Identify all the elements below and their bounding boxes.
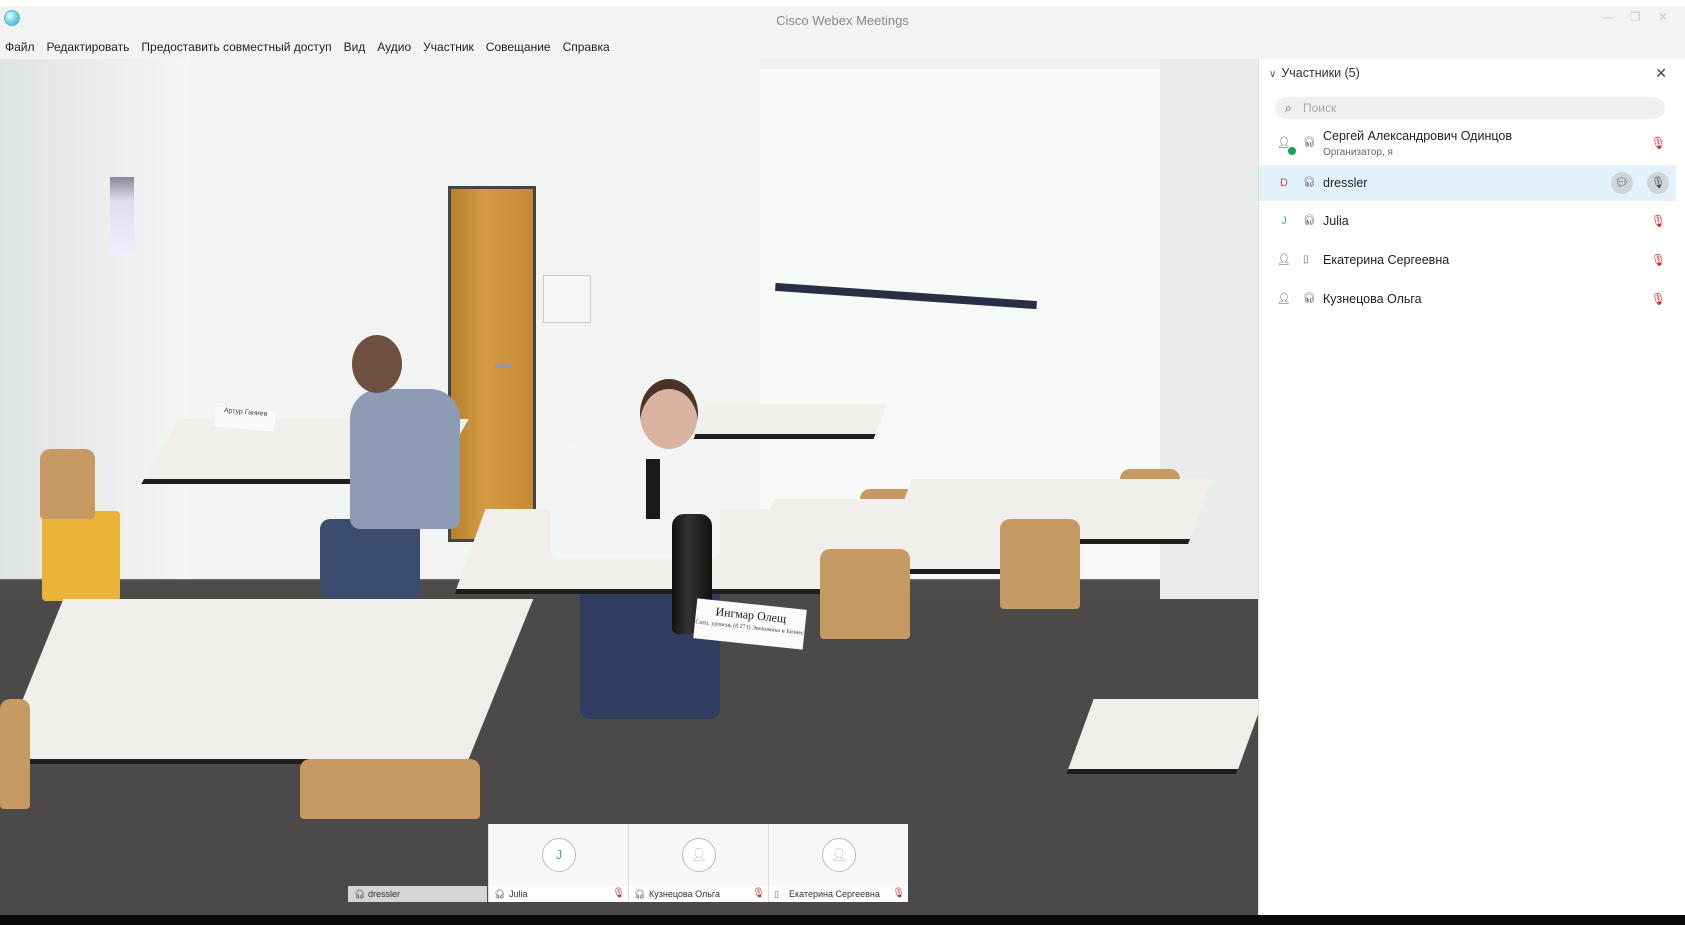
participants-panel: ∨ Участники (5) ✕ ⌕ Поиск 👤︎ 🎧︎ Сергей Ал… xyxy=(1258,59,1677,915)
panel-edge xyxy=(1676,59,1685,915)
participants-panel-header[interactable]: ∨ Участники (5) xyxy=(1269,66,1360,80)
desk xyxy=(1066,699,1258,774)
participant-thumbnail-strip: 🎧︎ dressler J 🎧︎ Julia 🎙︎ 👤︎ 🎧︎ Кузнецов… xyxy=(348,824,908,902)
trash-bin xyxy=(42,511,120,601)
participant-name: Екатерина Сергеевна xyxy=(1323,253,1450,267)
mic-muted-icon[interactable]: 🎙︎ xyxy=(752,886,765,902)
bottom-edge xyxy=(0,915,1685,925)
participant-name: dressler xyxy=(1323,176,1368,190)
person-head xyxy=(640,379,698,449)
participant-name: Сергей Александрович Одинцов xyxy=(1323,129,1512,143)
search-input[interactable]: ⌕ Поиск xyxy=(1275,97,1665,119)
mic-muted-icon[interactable]: 🎙︎ xyxy=(892,886,905,902)
participant-name: Julia xyxy=(1323,214,1349,228)
tie xyxy=(646,459,660,519)
chevron-down-icon: ∨ xyxy=(1269,69,1277,80)
person-head xyxy=(352,335,402,393)
title-bar: Cisco Webex Meetings — ❐ ✕ xyxy=(0,6,1685,36)
headset-icon: 🎧︎ xyxy=(1303,177,1316,188)
menu-share[interactable]: Предоставить совместный доступ xyxy=(135,40,337,54)
wall-calendar xyxy=(110,177,134,255)
headset-icon: 🎧︎ xyxy=(494,889,506,899)
participant-row-host[interactable]: 👤︎ 🎧︎ Сергей Александрович Одинцов Орган… xyxy=(1259,125,1677,161)
wall-notice xyxy=(543,275,591,323)
active-speaker-video[interactable]: Артур Ганиев Ингмар Олещ Спец. уровень (… xyxy=(0,59,1258,915)
host-person-icon: 👤︎ xyxy=(1273,132,1297,156)
person-legs xyxy=(320,519,420,599)
avatar-letter: D xyxy=(1280,177,1288,189)
participants-title: Участники (5) xyxy=(1281,66,1360,80)
phone-icon: ▯ xyxy=(774,889,779,899)
tile-name: Екатерина Сергеевна xyxy=(789,889,880,899)
window-title: Cisco Webex Meetings xyxy=(776,13,909,28)
menu-audio[interactable]: Аудио xyxy=(371,40,417,54)
minimize-button[interactable]: — xyxy=(1602,10,1614,24)
tile-name: Julia xyxy=(509,889,528,899)
chair xyxy=(300,759,480,819)
phone-icon: ▯ xyxy=(1303,254,1309,265)
maximize-button[interactable]: ❐ xyxy=(1630,10,1641,24)
chair xyxy=(1000,519,1080,609)
tile-caption: 🎧︎ Julia 🎙︎ xyxy=(489,886,628,902)
mic-muted-icon[interactable]: 🎙︎ xyxy=(1651,292,1666,306)
person-icon: 👤︎ xyxy=(1277,293,1291,305)
avatar-letter: J xyxy=(1281,215,1287,227)
chair xyxy=(0,699,30,809)
headset-icon: 🎧︎ xyxy=(1303,215,1316,226)
mic-muted-icon[interactable]: 🎙︎ xyxy=(1651,253,1666,267)
desk xyxy=(693,404,887,439)
close-window-button[interactable]: ✕ xyxy=(1658,10,1668,24)
video-wall-left xyxy=(0,59,190,579)
participant-row-ekaterina[interactable]: 👤︎ ▯ Екатерина Сергеевна 🎙︎ xyxy=(1259,242,1677,278)
chair xyxy=(820,549,910,639)
menu-file[interactable]: Файл xyxy=(0,40,41,54)
menu-edit[interactable]: Редактировать xyxy=(41,40,136,54)
avatar-person-icon: 👤︎ xyxy=(682,838,716,872)
close-panel-button[interactable]: ✕ xyxy=(1655,65,1667,82)
thumbnail-tile-julia[interactable]: J 🎧︎ Julia 🎙︎ xyxy=(488,824,628,902)
menu-view[interactable]: Вид xyxy=(338,40,372,54)
self-video-caption[interactable]: 🎧︎ dressler xyxy=(348,886,487,902)
avatar-person-icon: 👤︎ xyxy=(822,838,856,872)
door-handle xyxy=(495,364,511,368)
menu-help[interactable]: Справка xyxy=(557,40,616,54)
search-icon: ⌕ xyxy=(1285,101,1292,115)
participant-role: Организатор, я xyxy=(1323,147,1393,158)
menu-bar: Файл Редактировать Предоставить совместн… xyxy=(0,36,1685,58)
chat-icon[interactable]: 💬︎ xyxy=(1611,172,1633,194)
mic-muted-icon[interactable]: 🎙︎ xyxy=(612,886,625,902)
menu-participant[interactable]: Участник xyxy=(417,40,480,54)
headset-icon: 🎧︎ xyxy=(1303,137,1316,148)
door xyxy=(448,186,536,542)
search-placeholder: Поиск xyxy=(1303,101,1337,115)
participant-row-dressler[interactable]: D 🎧︎ dressler 💬︎ 🎙︎ xyxy=(1259,165,1677,201)
tile-caption: ▯ Екатерина Сергеевна 🎙︎ xyxy=(769,886,908,902)
person-icon: 👤︎ xyxy=(1277,254,1291,266)
tile-caption: 🎧︎ Кузнецова Ольга 🎙︎ xyxy=(629,886,768,902)
participant-row-kuznetsova[interactable]: 👤︎ 🎧︎ Кузнецова Ольга 🎙︎ xyxy=(1259,281,1677,317)
webex-window: Cisco Webex Meetings — ❐ ✕ Файл Редактир… xyxy=(0,0,1685,915)
headset-icon: 🎧︎ xyxy=(634,889,646,899)
headset-icon: 🎧︎ xyxy=(354,889,366,899)
participant-row-julia[interactable]: J 🎧︎ Julia 🎙︎ xyxy=(1259,203,1677,239)
desk xyxy=(0,599,534,764)
self-name: dressler xyxy=(368,889,401,899)
mic-muted-icon[interactable]: 🎙︎ xyxy=(1651,214,1666,228)
participant-name: Кузнецова Ольга xyxy=(1323,292,1422,306)
mic-muted-icon[interactable]: 🎙︎ xyxy=(1651,136,1666,150)
tile-name: Кузнецова Ольга xyxy=(649,889,721,899)
chair xyxy=(40,449,95,519)
thumbnail-tile-ekaterina[interactable]: 👤︎ ▯ Екатерина Сергеевна 🎙︎ xyxy=(768,824,908,902)
mic-icon[interactable]: 🎙︎ xyxy=(1647,172,1669,194)
thumbnail-tile-kuznetsova[interactable]: 👤︎ 🎧︎ Кузнецова Ольга 🎙︎ xyxy=(628,824,768,902)
headset-icon: 🎧︎ xyxy=(1303,293,1316,304)
person-seated-left xyxy=(350,389,460,529)
avatar: J xyxy=(542,838,576,872)
menu-meeting[interactable]: Совещание xyxy=(480,40,557,54)
